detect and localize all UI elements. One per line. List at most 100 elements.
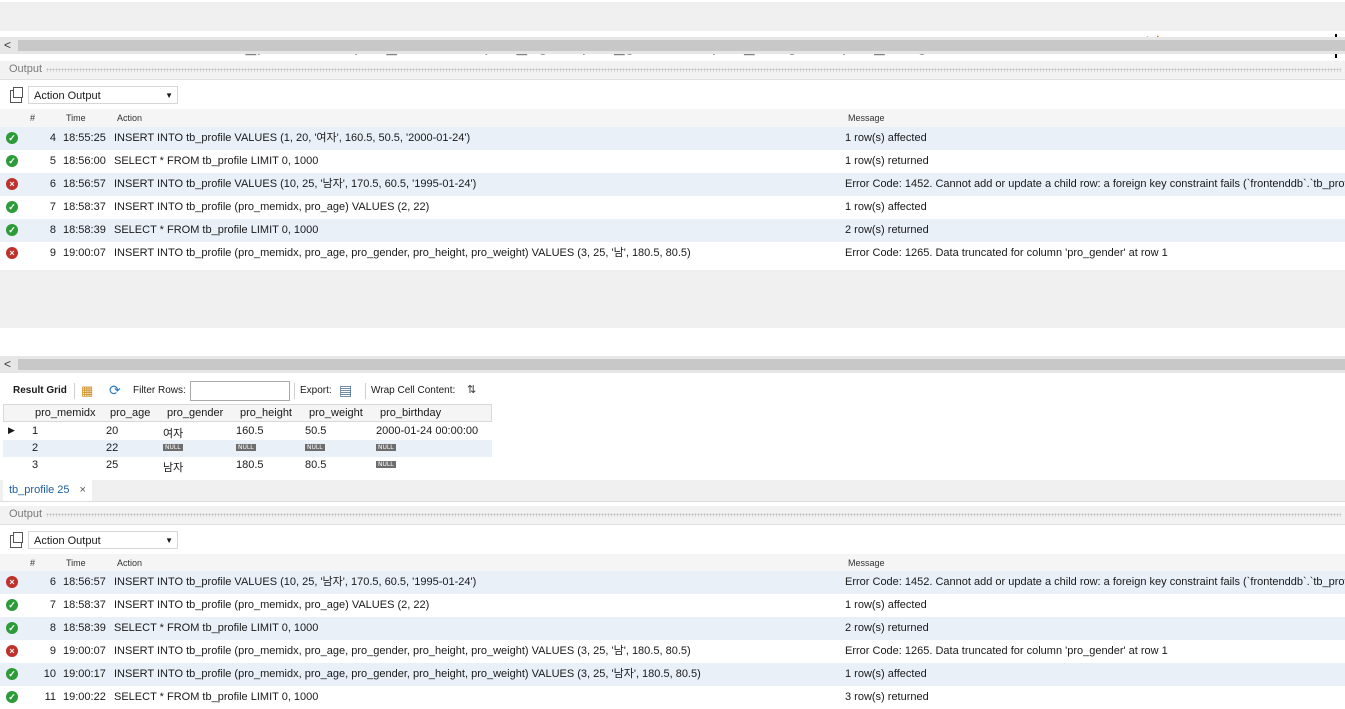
error-icon: ×: [6, 645, 18, 657]
output-cell-message: 1 row(s) affected: [845, 132, 927, 144]
result-grid-cell[interactable]: 1: [32, 425, 38, 437]
output-row[interactable]: × 9 19:00:07 INSERT INTO tb_profile (pro_me…: [0, 242, 1345, 265]
error-icon: ×: [6, 247, 18, 259]
col-header[interactable]: pro_height: [240, 407, 292, 419]
output-row[interactable]: ✓ 4 18:55:25 INSERT INTO tb_profile VALUES …: [0, 127, 1345, 150]
output-row[interactable]: ✓ 7 18:58:37 INSERT INTO tb_profile (pro_me…: [0, 196, 1345, 219]
output-cell-action: SELECT * FROM tb_profile LIMIT 0, 1000: [114, 622, 319, 634]
output-cell-num: 6: [49, 178, 56, 190]
output-cell-num: 7: [49, 599, 56, 611]
output-cell-num: 11: [44, 691, 56, 703]
output-cell-time: 19:00:17: [63, 668, 106, 680]
output-type-value: Action Output: [34, 90, 101, 102]
col-num: #: [30, 558, 36, 568]
result-grid-row[interactable]: 2 22 NULL NULL NULL NULL: [3, 440, 492, 457]
output-row[interactable]: ✓ 7 18:58:37 INSERT INTO tb_profile (pro_me…: [0, 594, 1345, 617]
editor-line-175[interactable]: 175•SELECT * FROM tb_profile;: [0, 299, 1345, 353]
copy-icon[interactable]: [10, 532, 23, 548]
output-row[interactable]: ✓ 8 18:58:39 SELECT * FROM tb_profile LIMIT…: [0, 219, 1345, 242]
export-icon[interactable]: ▤: [339, 382, 352, 399]
scrollbar-thumb[interactable]: [18, 359, 1345, 370]
panel-grip[interactable]: [46, 513, 1341, 517]
output-cell-num: 10: [43, 668, 56, 680]
editor-empty-area[interactable]: [0, 328, 1345, 355]
output-cell-action: INSERT INTO tb_profile VALUES (10, 25, '…: [114, 178, 477, 190]
col-header[interactable]: pro_weight: [309, 407, 363, 419]
output-type-select[interactable]: Action Output ▼: [28, 86, 178, 104]
success-icon: ✓: [6, 599, 18, 611]
copy-icon[interactable]: [10, 87, 23, 103]
output-cell-num: 8: [49, 622, 56, 634]
result-grid-cell[interactable]: 22: [106, 442, 118, 454]
output-cell-message: Error Code: 1265. Data truncated for col…: [845, 645, 1168, 657]
success-icon: ✓: [6, 224, 18, 236]
filter-rows-input[interactable]: [190, 381, 290, 401]
col-action: Action: [117, 113, 143, 123]
result-grid-cell[interactable]: NULL: [163, 440, 183, 452]
editor-horizontal-scrollbar[interactable]: <: [0, 37, 1345, 54]
editor-line-174[interactable]: 174•INSERT INTO tb_profile (pro_memidx, …: [0, 270, 1345, 324]
output-row[interactable]: × 6 18:56:57 INSERT INTO tb_profile VALUES …: [0, 173, 1345, 196]
result-grid-cell[interactable]: 180.5: [236, 459, 264, 471]
separator: [294, 383, 295, 399]
editor-horizontal-scrollbar-2[interactable]: <: [0, 356, 1345, 373]
result-grid-cell[interactable]: 남자: [163, 459, 183, 475]
output-cell-message: 2 row(s) returned: [845, 622, 929, 634]
result-grid-cell[interactable]: NULL: [305, 440, 325, 452]
grid-view-icon[interactable]: ▦: [81, 383, 93, 399]
col-header[interactable]: pro_birthday: [380, 407, 441, 419]
output-row[interactable]: ✓ 11 19:00:22 SELECT * FROM tb_profile LIMI…: [0, 686, 1345, 709]
col-message: Message: [848, 113, 885, 123]
result-grid-cell[interactable]: 20: [106, 425, 118, 437]
output-table-header-2: # Time Action Message: [0, 554, 1345, 572]
result-grid-cell[interactable]: 25: [106, 459, 118, 471]
close-icon[interactable]: ×: [80, 484, 86, 496]
result-tab[interactable]: tb_profile 25 ×: [3, 480, 92, 501]
null-badge: NULL: [305, 444, 325, 451]
result-grid-cell[interactable]: NULL: [236, 440, 256, 452]
result-grid-tab[interactable]: Result Grid: [13, 385, 67, 396]
result-grid-header: pro_memidx pro_age pro_gender pro_height…: [3, 404, 492, 422]
col-header[interactable]: pro_gender: [167, 407, 223, 419]
result-grid-cell[interactable]: 160.5: [236, 425, 264, 437]
success-icon: ✓: [6, 201, 18, 213]
scroll-left-icon[interactable]: <: [4, 37, 11, 54]
output-cell-time: 19:00:07: [63, 247, 106, 259]
result-grid-cell[interactable]: NULL: [376, 440, 396, 452]
result-grid-cell[interactable]: 2: [32, 442, 38, 454]
output-cell-time: 18:56:57: [63, 178, 106, 190]
output-type-select[interactable]: Action Output ▼: [28, 531, 178, 549]
scrollbar-thumb[interactable]: [18, 40, 1345, 51]
refresh-icon[interactable]: ⟳: [109, 382, 121, 399]
success-icon: ✓: [6, 668, 18, 680]
editor-line-top[interactable]: 174•INSERT INTO tb_profile (pro_memidx, …: [0, 2, 1345, 58]
result-grid-cell[interactable]: 80.5: [305, 459, 326, 471]
output-cell-action: INSERT INTO tb_profile VALUES (10, 25, '…: [114, 576, 477, 588]
result-grid-cell[interactable]: 여자: [163, 425, 183, 441]
output-cell-message: 1 row(s) returned: [845, 155, 929, 167]
filter-rows-label: Filter Rows:: [133, 385, 186, 396]
output-row[interactable]: × 6 18:56:57 INSERT INTO tb_profile VALUES …: [0, 571, 1345, 594]
result-grid-cell[interactable]: 2000-01-24 00:00:00: [376, 425, 478, 437]
output-row[interactable]: ✓ 8 18:58:39 SELECT * FROM tb_profile LIMIT…: [0, 617, 1345, 640]
output-panel-header-2: Output: [0, 506, 1345, 525]
output-cell-time: 18:55:25: [63, 132, 106, 144]
result-grid-cell[interactable]: 3: [32, 459, 38, 471]
output-cell-message: 3 row(s) returned: [845, 691, 929, 703]
wrap-cell-icon[interactable]: ⇅: [467, 383, 476, 396]
output-row[interactable]: ✓ 10 19:00:17 INSERT INTO tb_profile (pro_m…: [0, 663, 1345, 686]
null-badge: NULL: [376, 461, 396, 468]
panel-grip[interactable]: [46, 68, 1341, 72]
col-header[interactable]: pro_age: [110, 407, 150, 419]
result-grid-cell[interactable]: 50.5: [305, 425, 326, 437]
result-grid-row[interactable]: ▶ 1 20 여자 160.5 50.5 2000-01-24 00:00:00: [3, 423, 492, 440]
output-cell-num: 4: [49, 132, 56, 144]
result-grid-cell[interactable]: NULL: [376, 457, 396, 469]
col-header[interactable]: pro_memidx: [35, 407, 96, 419]
output-row[interactable]: ✓ 5 18:56:00 SELECT * FROM tb_profile LIMIT…: [0, 150, 1345, 173]
result-grid-row[interactable]: 3 25 남자 180.5 80.5 NULL: [3, 457, 492, 474]
output-row[interactable]: × 9 19:00:07 INSERT INTO tb_profile (pro_me…: [0, 640, 1345, 663]
output-cell-time: 19:00:07: [63, 645, 106, 657]
output-cell-action: INSERT INTO tb_profile (pro_memidx, pro_…: [114, 247, 691, 259]
scroll-left-icon[interactable]: <: [4, 356, 11, 373]
